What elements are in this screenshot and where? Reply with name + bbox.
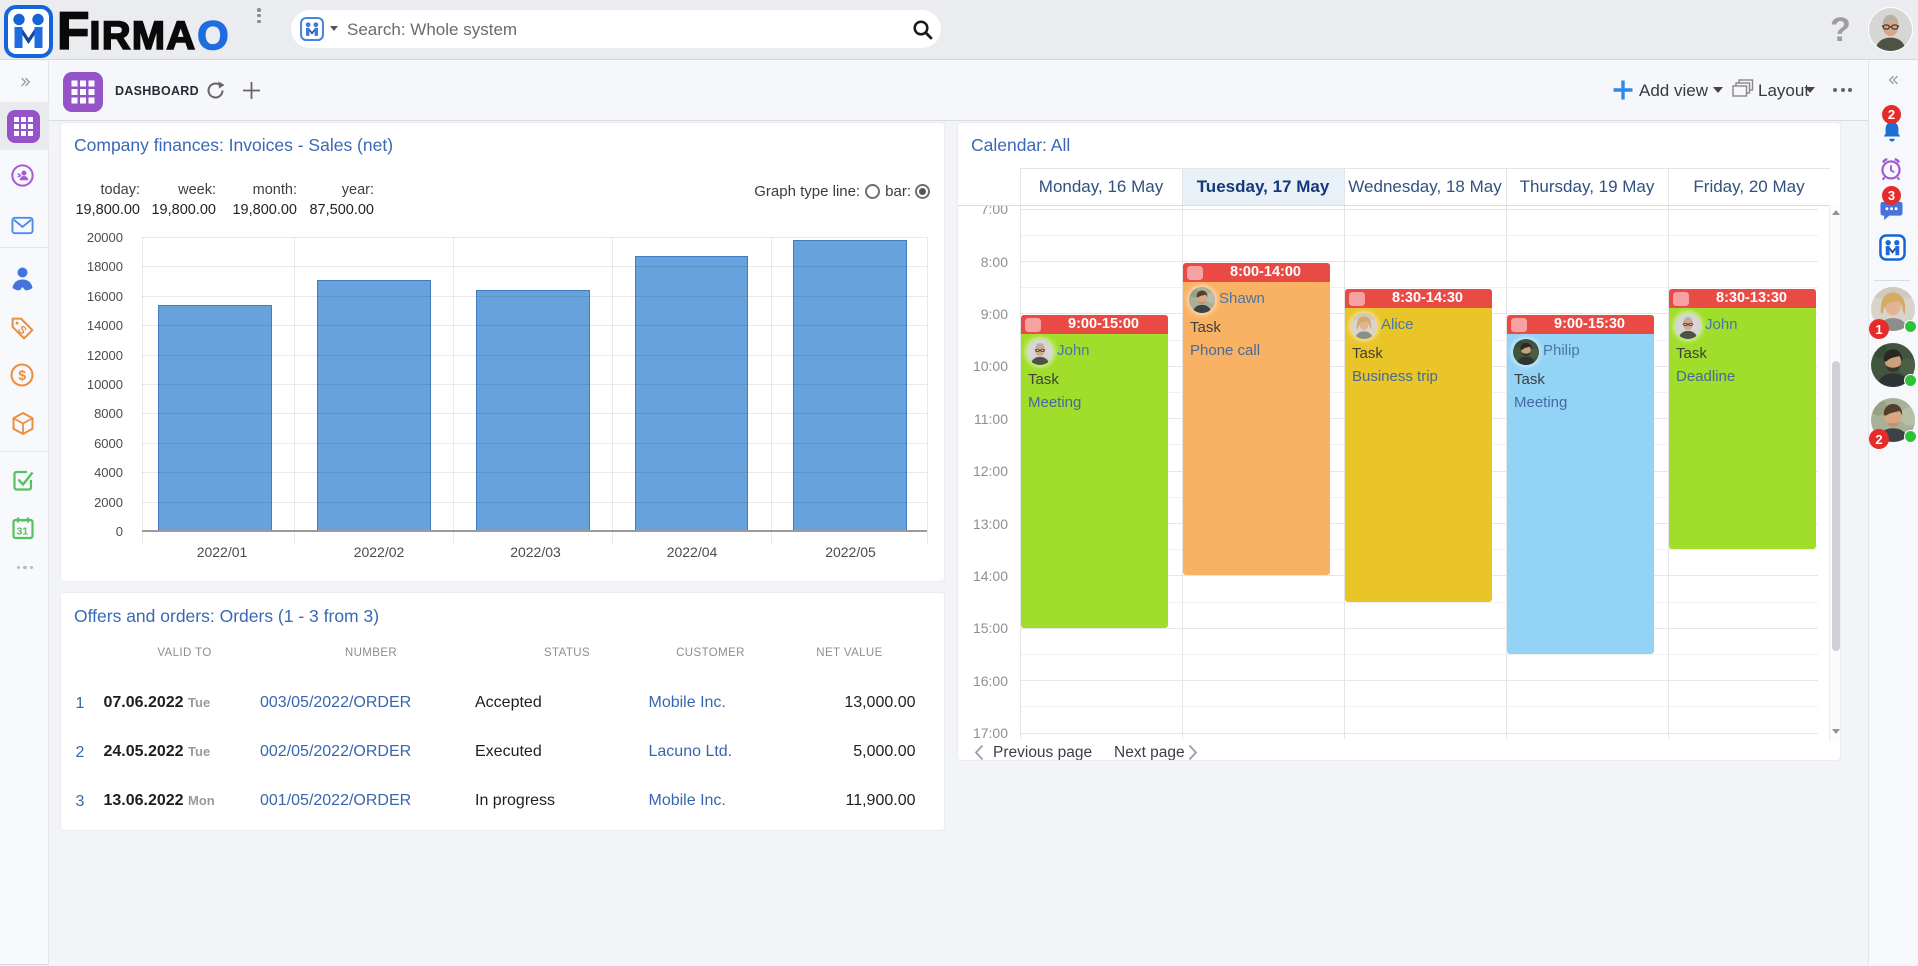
svg-text:$: $ [18,367,26,383]
svg-text:31: 31 [17,526,29,538]
